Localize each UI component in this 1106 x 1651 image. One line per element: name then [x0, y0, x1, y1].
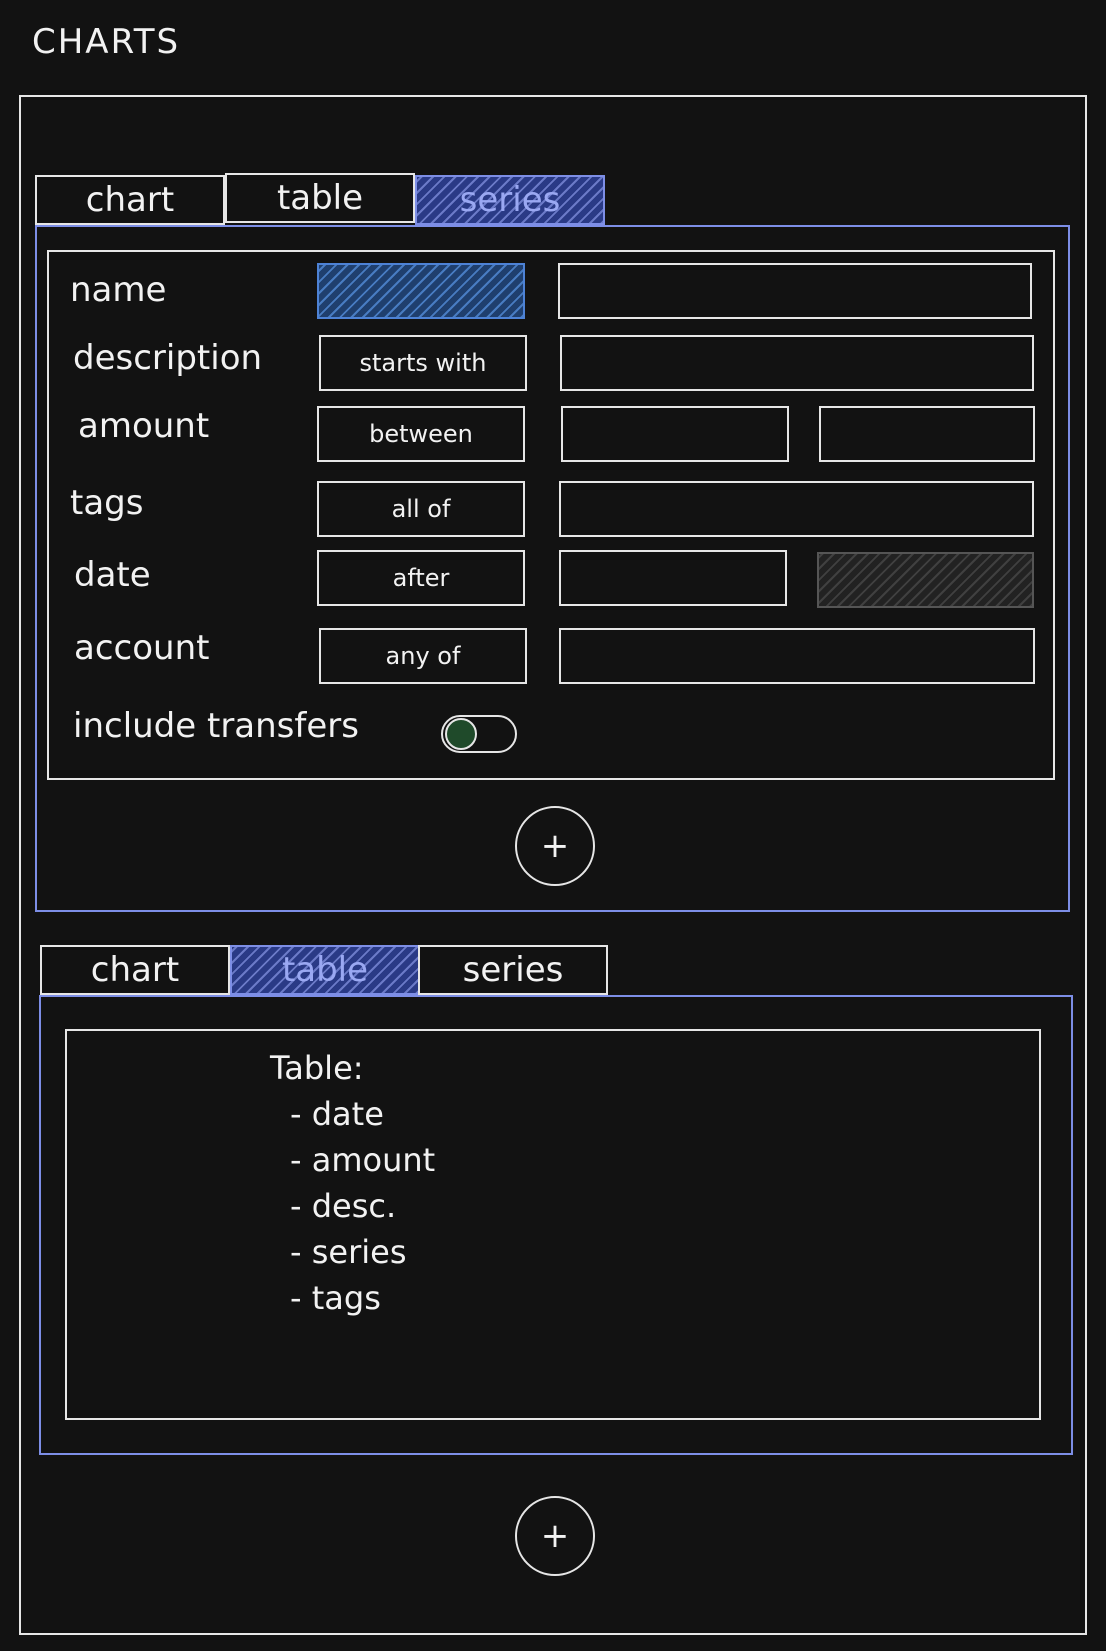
- tab-table[interactable]: table: [225, 173, 415, 223]
- filter-value-date-end-disabled: [817, 552, 1034, 608]
- filter-value-tags[interactable]: [559, 481, 1034, 537]
- filter-label-account: account: [74, 628, 210, 668]
- table-column-list: Table: - date - amount - desc. - series …: [270, 1045, 435, 1321]
- table-column-item: - date: [290, 1095, 384, 1133]
- table-column-item: - desc.: [290, 1187, 397, 1225]
- filter-label-date: date: [74, 555, 151, 595]
- filter-label-name: name: [70, 270, 167, 310]
- filter-operator-tags[interactable]: all of: [317, 481, 525, 537]
- add-series-button[interactable]: +: [515, 806, 595, 886]
- toggle-knob: [445, 718, 477, 750]
- table-column-item: - amount: [290, 1141, 436, 1179]
- filter-value-description[interactable]: [560, 335, 1034, 391]
- filter-operator-name[interactable]: [317, 263, 525, 319]
- tab-series[interactable]: series: [418, 945, 608, 995]
- filter-operator-description[interactable]: starts with: [319, 335, 527, 391]
- include-transfers-toggle[interactable]: [441, 715, 517, 753]
- filter-label-tags: tags: [70, 483, 144, 523]
- filter-value-amount-max[interactable]: [819, 406, 1035, 462]
- page-title: CHARTS: [32, 22, 181, 62]
- filter-operator-date[interactable]: after: [317, 550, 525, 606]
- filter-operator-amount[interactable]: between: [317, 406, 525, 462]
- tab-table[interactable]: table: [230, 945, 420, 995]
- include-transfers-label: include transfers: [73, 706, 359, 746]
- filter-value-account[interactable]: [559, 628, 1035, 684]
- filter-value-name[interactable]: [558, 263, 1032, 319]
- table-config-panel: [65, 1029, 1041, 1420]
- tab-series[interactable]: series: [415, 175, 605, 225]
- filter-value-date[interactable]: [559, 550, 787, 606]
- filter-value-amount-min[interactable]: [561, 406, 789, 462]
- filter-label-description: description: [73, 338, 263, 378]
- table-column-item: - tags: [290, 1279, 381, 1317]
- filter-operator-account[interactable]: any of: [319, 628, 527, 684]
- tab-chart[interactable]: chart: [35, 175, 225, 225]
- tab-chart[interactable]: chart: [40, 945, 230, 995]
- table-column-item: - series: [290, 1233, 407, 1271]
- filter-label-amount: amount: [78, 406, 210, 446]
- table-heading: Table:: [270, 1049, 364, 1087]
- add-chart-button[interactable]: +: [515, 1496, 595, 1576]
